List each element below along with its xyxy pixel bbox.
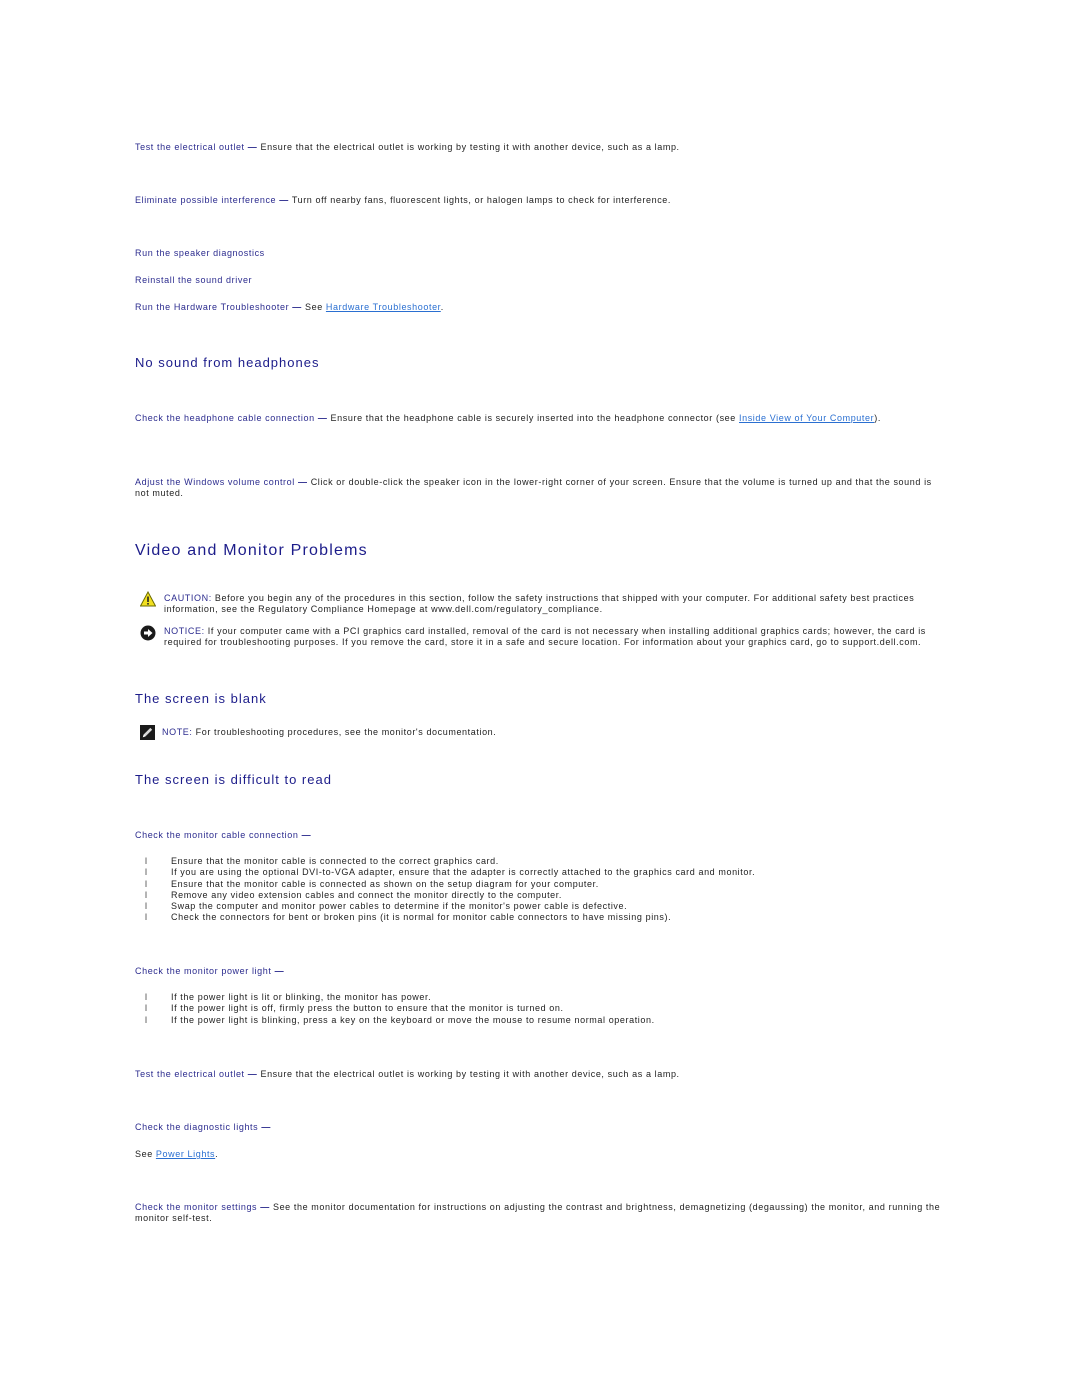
list-item: l If the power light is lit or blinking, …: [145, 992, 945, 1003]
list-item-text: Swap the computer and monitor power cabl…: [171, 901, 628, 912]
test-outlet-text: Ensure that the electrical outlet is wor…: [257, 142, 680, 152]
monitor-settings-paragraph: Check the monitor settings — See the mon…: [135, 1202, 945, 1224]
bullet: l: [145, 1003, 148, 1014]
volume-control-paragraph: Adjust the Windows volume control — Clic…: [135, 477, 945, 499]
reinstall-driver-label: Reinstall the sound driver: [135, 275, 253, 285]
video-test-outlet-paragraph: Test the electrical outlet — Ensure that…: [135, 1069, 945, 1080]
bullet: l: [145, 1014, 148, 1025]
test-outlet-paragraph: Test the electrical outlet — Ensure that…: [135, 142, 945, 153]
interference-paragraph: Eliminate possible interference — Turn o…: [135, 195, 945, 206]
note-label: NOTE:: [162, 727, 193, 737]
screen-blank-heading: The screen is blank: [135, 691, 267, 706]
power-light-list: l If the power light is lit or blinking, …: [145, 992, 945, 1026]
list-item-text: Check the connectors for bent or broken …: [171, 912, 672, 923]
test-outlet-text: Ensure that the electrical outlet is wor…: [257, 1069, 680, 1079]
diagnostic-lights-paragraph: See Power Lights.: [135, 1149, 945, 1160]
dash: —: [301, 830, 312, 840]
caution-paragraph: CAUTION: Before you begin any of the pro…: [164, 593, 949, 616]
bullet: l: [145, 889, 148, 900]
list-item-text: If you are using the optional DVI-to-VGA…: [171, 867, 756, 878]
monitor-settings-label: Check the monitor settings: [135, 1202, 258, 1212]
interference-text: Turn off nearby fans, fluorescent lights…: [288, 195, 672, 205]
dash: —: [247, 142, 258, 152]
diagnostic-lights-label: Check the diagnostic lights: [135, 1122, 259, 1132]
headphone-cable-text: Ensure that the headphone cable is secur…: [327, 413, 739, 423]
speaker-diagnostics-label: Run the speaker diagnostics: [135, 248, 265, 258]
dash: —: [279, 195, 289, 205]
inside-view-link[interactable]: Inside View of Your Computer: [739, 413, 874, 423]
list-item-text: Ensure that the monitor cable is connect…: [171, 878, 599, 889]
bullet: l: [145, 901, 148, 912]
list-item: l Remove any video extension cables and c…: [145, 890, 945, 901]
bullet: l: [145, 878, 148, 889]
notice-text: If your computer came with a PCI graphic…: [164, 626, 926, 648]
note-pencil-icon: [140, 725, 155, 740]
power-lights-link[interactable]: Power Lights: [156, 1149, 215, 1159]
list-item-text: If the power light is lit or blinking, t…: [171, 992, 432, 1002]
interference-label: Eliminate possible interference: [135, 195, 277, 205]
see-text: See: [135, 1149, 156, 1159]
dash: —: [261, 1122, 271, 1132]
power-light-heading: Check the monitor power light —: [135, 966, 945, 977]
dash: —: [274, 966, 285, 976]
list-item-text: If the power light is blinking, press a …: [171, 1014, 655, 1025]
notice-icon: [140, 625, 156, 641]
list-item: l If the power light is off, firmly press…: [145, 1003, 945, 1014]
dash: —: [297, 477, 308, 487]
list-item-text: Remove any video extension cables and co…: [171, 889, 562, 900]
see-text: See: [301, 302, 326, 312]
hardware-troubleshooter-link[interactable]: Hardware Troubleshooter: [326, 302, 441, 312]
monitor-cable-list: l Ensure that the monitor cable is connec…: [145, 856, 945, 924]
headphone-cable-label: Check the headphone cable connection: [135, 413, 315, 423]
note-text: For troubleshooting procedures, see the …: [192, 727, 497, 737]
list-item: l Check the connectors for bent or broken…: [145, 912, 945, 923]
dash: —: [260, 1202, 270, 1212]
headphone-cable-paragraph: Check the headphone cable connection — E…: [135, 413, 945, 424]
list-item-text: Ensure that the monitor cable is connect…: [171, 856, 499, 866]
list-item-text: If the power light is off, firmly press …: [171, 1003, 564, 1014]
bullet: l: [145, 912, 148, 923]
list-item: l If the power light is blinking, press a…: [145, 1015, 945, 1026]
caution-text: Before you begin any of the procedures i…: [164, 593, 915, 615]
volume-control-label: Adjust the Windows volume control: [135, 477, 295, 487]
period: .: [215, 1149, 219, 1159]
notice-paragraph: NOTICE: If your computer came with a PCI…: [164, 626, 949, 649]
bullet: l: [145, 867, 148, 878]
test-outlet-label: Test the electrical outlet: [135, 142, 245, 152]
bullet: l: [145, 856, 148, 866]
dash: —: [247, 1069, 258, 1079]
list-item: l If you are using the optional DVI-to-VG…: [145, 867, 945, 878]
caution-icon: [140, 591, 156, 607]
headphones-heading: No sound from headphones: [135, 355, 320, 370]
hw-troubleshooter-paragraph: Run the Hardware Troubleshooter — See Ha…: [135, 302, 945, 313]
monitor-cable-label: Check the monitor cable connection: [135, 830, 299, 840]
dash: —: [317, 413, 328, 423]
close-paren: ).: [874, 413, 881, 423]
test-outlet-label: Test the electrical outlet: [135, 1069, 245, 1079]
list-item: l Ensure that the monitor cable is connec…: [145, 879, 945, 890]
hw-troubleshooter-label: Run the Hardware Troubleshooter: [135, 302, 290, 312]
video-problems-heading: Video and Monitor Problems: [135, 542, 368, 559]
monitor-cable-heading: Check the monitor cable connection —: [135, 830, 945, 841]
note-paragraph: NOTE: For troubleshooting procedures, se…: [162, 727, 496, 738]
list-item: l Ensure that the monitor cable is connec…: [145, 856, 945, 867]
notice-label: NOTICE:: [164, 626, 205, 636]
caution-label: CAUTION:: [164, 593, 212, 603]
list-item: l Swap the computer and monitor power cab…: [145, 901, 945, 912]
power-light-label: Check the monitor power light: [135, 966, 272, 976]
period: .: [440, 302, 444, 312]
diagnostic-lights-heading: Check the diagnostic lights —: [135, 1122, 945, 1133]
dash: —: [292, 302, 302, 312]
bullet: l: [145, 992, 148, 1002]
screen-difficult-heading: The screen is difficult to read: [135, 772, 332, 787]
